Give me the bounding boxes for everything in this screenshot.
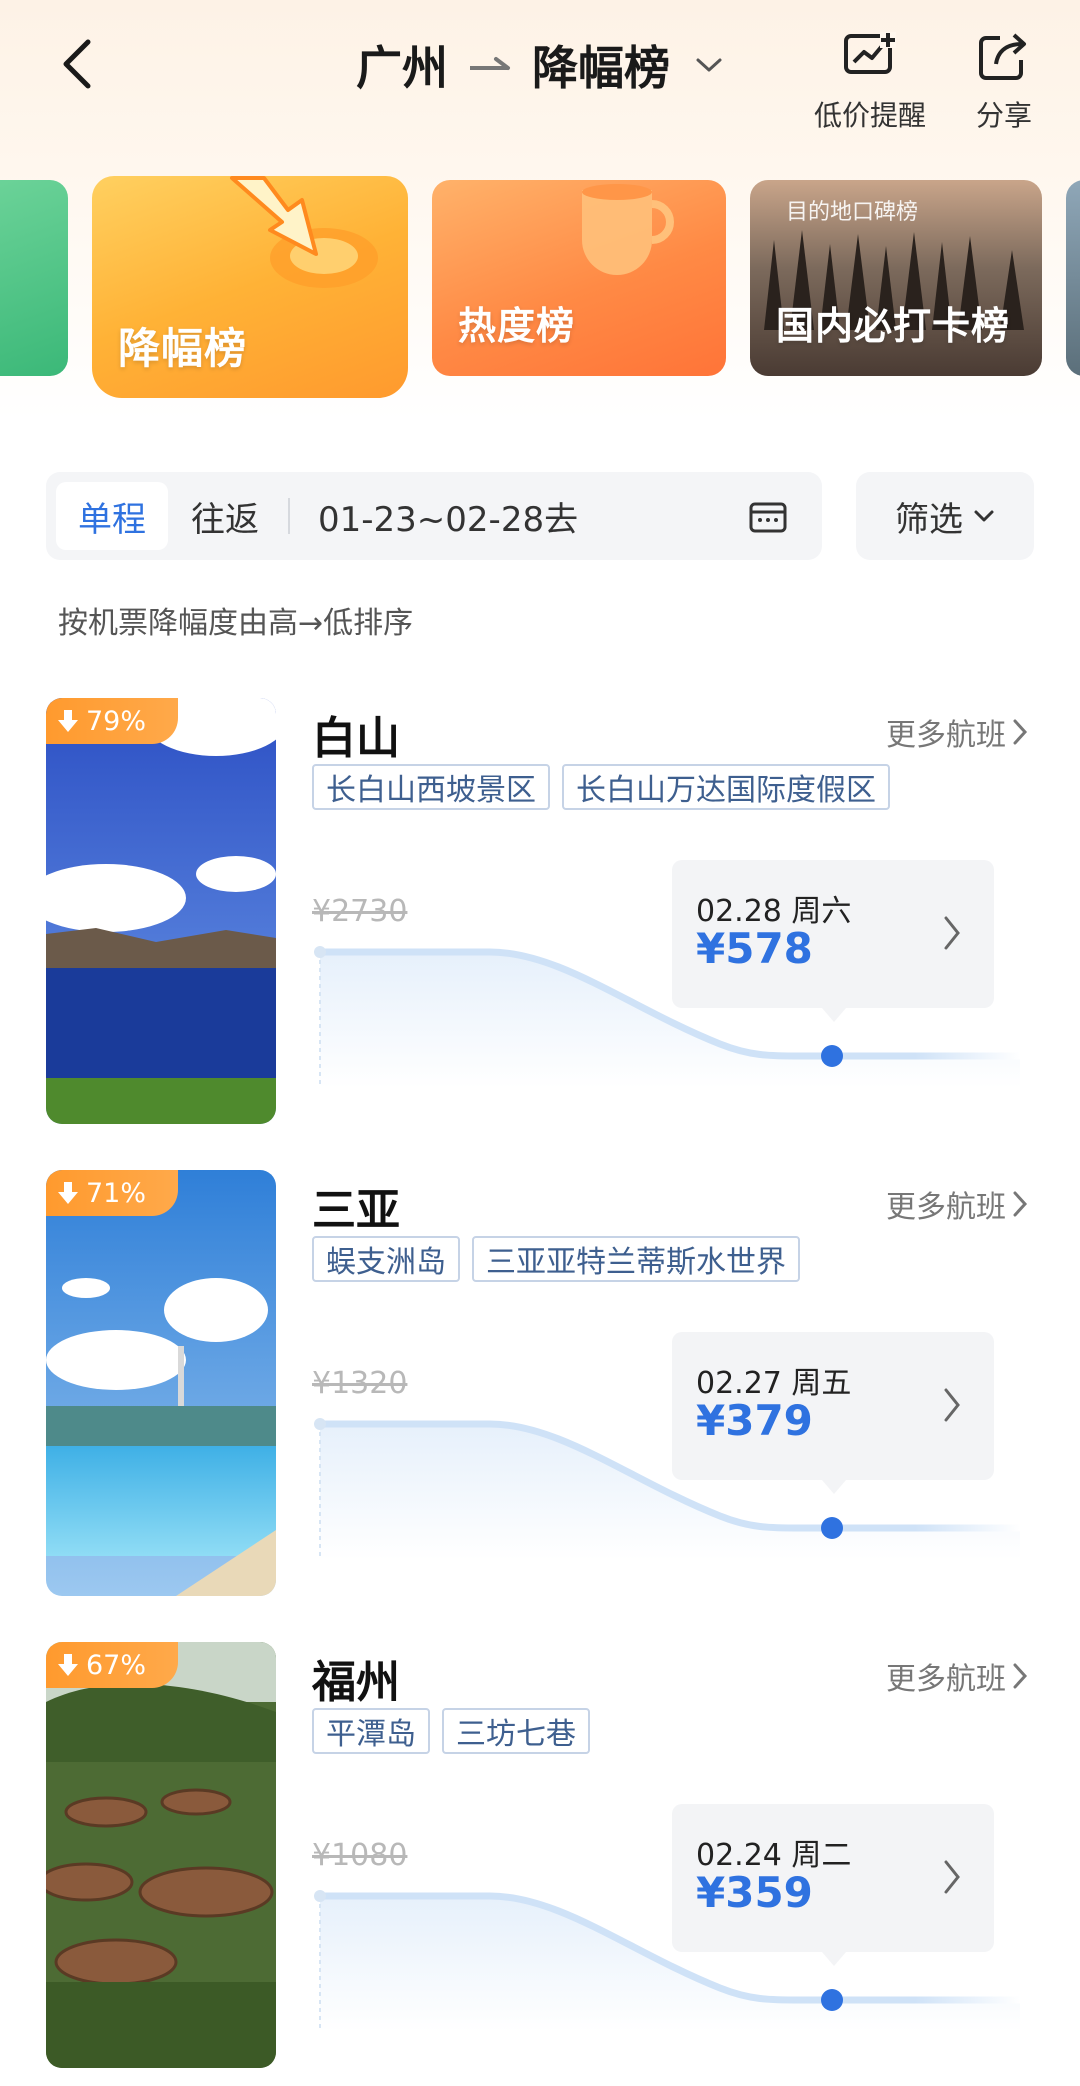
pool-beach-image [46,1170,276,1596]
chevron-down-icon [696,58,722,72]
calendar-icon[interactable] [748,498,788,534]
chevron-down-icon [974,510,994,522]
destination-row[interactable]: 71% 三亚 更多航班 蜈支洲岛 三亚亚特兰蒂斯水世界 ¥1320 02.27 … [0,1170,1080,1600]
lowest-price-dot [821,1045,843,1067]
destination-name: 福州 [312,1657,400,1708]
tab-round-trip[interactable]: 往返 [168,482,282,550]
ranking-card-partial[interactable] [0,180,68,376]
destination-name: 三亚 [312,1185,400,1236]
attraction-tags: 平潭岛 三坊七巷 [312,1708,590,1754]
origin-city: 广州 [356,41,448,95]
lowest-price-card[interactable]: 02.24 周二 ¥359 [672,1804,994,1966]
drop-badge: 79% [46,698,179,744]
attraction-tag[interactable]: 长白山万达国际度假区 [562,764,890,810]
price-alert-label: 低价提醒 [814,99,927,132]
chevron-right-icon [944,1388,960,1422]
ranking-card-hot-label: 热度榜 [458,304,576,348]
drop-badge: 67% [46,1642,179,1688]
price-alert-button[interactable]: 低价提醒 [814,30,926,134]
attraction-tag[interactable]: 长白山西坡景区 [312,764,550,810]
more-flights-label: 更多航班 [886,1662,1006,1697]
tulou-village-image [46,1642,276,2068]
chevron-right-icon [1013,1663,1028,1689]
lowest-price-card[interactable]: 02.28 周六 ¥578 [672,860,994,1022]
ranking-card-hot[interactable]: 热度榜 [432,180,726,376]
lowest-price: ¥379 [696,1396,813,1445]
date-range[interactable]: 01-23~02-28去 [318,492,748,541]
filter-button[interactable]: 筛选 [856,472,1034,560]
original-price: ¥1080 [312,1838,408,1873]
down-arrow-icon [58,1654,78,1676]
attraction-tags: 长白山西坡景区 长白山万达国际度假区 [312,764,890,810]
destination-row[interactable]: 67% 福州 更多航班 平潭岛 三坊七巷 ¥1080 02.24 周二 ¥359 [0,1642,1080,2072]
drop-percent: 67% [86,1649,147,1681]
original-price: ¥1320 [312,1366,408,1401]
destination-photo: 79% [46,698,276,1124]
lowest-price: ¥359 [696,1868,813,1917]
down-arrow-icon [58,1182,78,1204]
ranking-card-domestic-label: 国内必打卡榜 [776,304,1011,348]
more-flights-link[interactable]: 更多航班 [886,1654,1028,1698]
drop-percent: 79% [86,705,147,737]
divider [288,498,290,534]
destination-photo: 71% [46,1170,276,1596]
attraction-tag[interactable]: 三亚亚特兰蒂斯水世界 [472,1236,800,1282]
destination-photo: 67% [46,1642,276,2068]
lowest-price-card[interactable]: 02.27 周五 ¥379 [672,1332,994,1494]
attraction-tag[interactable]: 蜈支洲岛 [312,1236,460,1282]
lowest-price-dot [821,1989,843,2011]
tab-one-way[interactable]: 单程 [56,482,168,550]
chevron-right-icon [1013,719,1028,745]
ranking-cards: 降幅榜 热度榜 目的地口碑榜 国内必打卡榜 [0,176,1080,406]
lake-mountain-image [46,698,276,1124]
more-flights-link[interactable]: 更多航班 [886,710,1028,754]
route-arrow-icon [470,57,510,70]
ranking-card-drop[interactable]: 降幅榜 [92,176,408,398]
chevron-right-icon [1013,1191,1028,1217]
ranking-card-domestic[interactable]: 目的地口碑榜 国内必打卡榜 [750,180,1042,376]
destination-row[interactable]: 79% 白山 更多航班 长白山西坡景区 长白山万达国际度假区 ¥2730 02.… [0,698,1080,1128]
more-flights-link[interactable]: 更多航班 [886,1182,1028,1226]
list-name: 降幅榜 [532,41,670,95]
drop-badge: 71% [46,1170,179,1216]
original-price: ¥2730 [312,894,408,929]
hot-cup-icon [582,184,674,275]
attraction-tags: 蜈支洲岛 三亚亚特兰蒂斯水世界 [312,1236,800,1282]
downtrend-arrow-icon [230,176,378,288]
trip-selector: 单程 往返 01-23~02-28去 [46,472,822,560]
ranking-card-drop-label: 降幅榜 [118,324,248,373]
more-flights-label: 更多航班 [886,1190,1006,1225]
drop-percent: 71% [86,1177,147,1209]
share-label: 分享 [976,99,1033,132]
lowest-price-dot [821,1517,843,1539]
ranking-card-partial-right[interactable] [1066,180,1080,376]
share-button[interactable]: 分享 [976,30,1032,134]
attraction-tag[interactable]: 三坊七巷 [442,1708,590,1754]
share-icon [979,33,1026,80]
attraction-tag[interactable]: 平潭岛 [312,1708,430,1754]
down-arrow-icon [58,710,78,732]
destination-name: 白山 [312,713,400,764]
price-alert-icon [844,32,896,74]
filter-label: 筛选 [895,499,963,540]
ranking-card-domestic-badge: 目的地口碑榜 [786,200,919,225]
chevron-right-icon [944,1860,960,1894]
chevron-right-icon [944,916,960,950]
sort-hint: 按机票降幅度由高→低排序 [58,606,414,641]
page: 广州 降幅榜 低价提醒 分享 降幅榜 热度榜 目的地口碑榜 国内必打卡榜 单程 … [0,0,1080,2086]
more-flights-label: 更多航班 [886,718,1006,753]
lowest-price: ¥578 [696,924,813,973]
